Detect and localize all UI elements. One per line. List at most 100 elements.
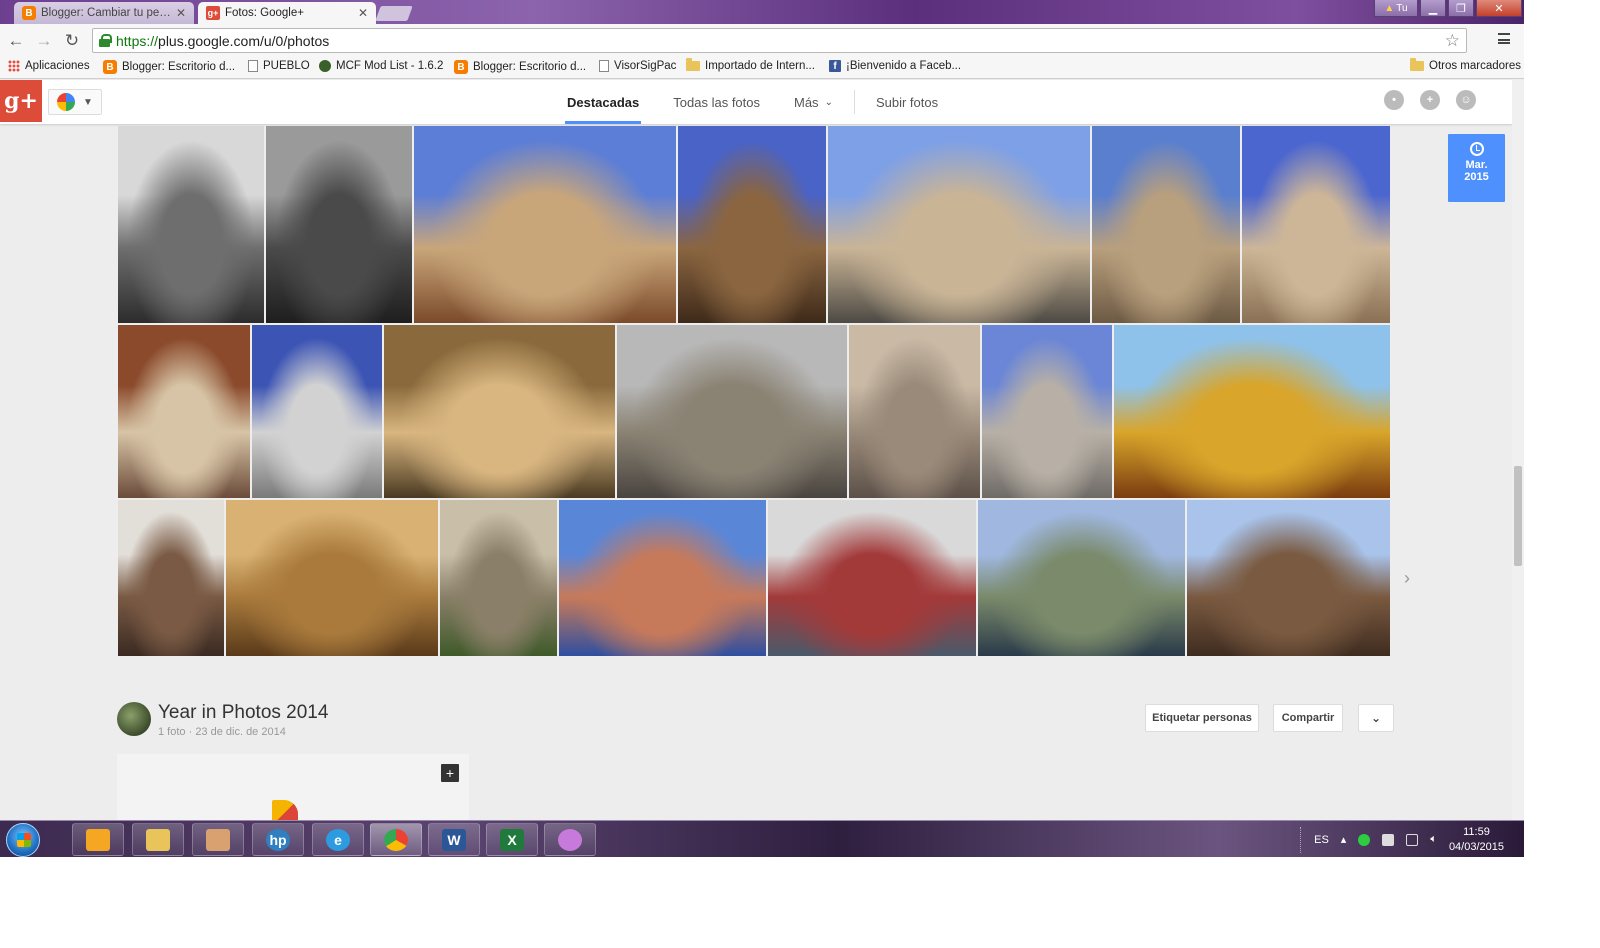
notifications-icon[interactable]: • [1384, 90, 1404, 110]
chrome-icon [384, 828, 408, 851]
volume-icon[interactable]: 🔈︎ [1430, 833, 1437, 846]
photo-thumbnail[interactable] [1187, 500, 1390, 656]
taskbar-app-file-explorer[interactable] [132, 823, 184, 856]
address-bar[interactable]: https://plus.google.com/u/0/photos ☆ [92, 28, 1467, 53]
clock-icon [1469, 142, 1484, 156]
bookmark-other-folder[interactable]: Otros marcadores [1410, 58, 1521, 72]
new-tab-button[interactable] [375, 6, 413, 21]
photo-thumbnail[interactable] [118, 325, 250, 498]
chevron-down-icon: ⌄ [1370, 711, 1382, 725]
photo-thumbnail[interactable] [982, 325, 1112, 498]
share-button[interactable]: Compartir [1273, 704, 1343, 732]
url-text[interactable]: https://plus.google.com/u/0/photos [116, 33, 329, 49]
bookmark-apps[interactable]: Aplicaciones [8, 60, 90, 72]
network-icon[interactable] [1406, 833, 1419, 846]
taskbar-app-hp[interactable]: hp [252, 823, 304, 856]
devices-icon[interactable] [1382, 833, 1395, 846]
page-icon [599, 60, 609, 72]
antivirus-icon[interactable] [1358, 833, 1371, 846]
tab-all-photos[interactable]: Todas las fotos [656, 80, 777, 124]
avatar[interactable] [117, 702, 151, 736]
album-title[interactable]: Year in Photos 2014 [158, 702, 328, 724]
google-plus-icon: g+ [206, 6, 220, 20]
tab-blogger[interactable]: B Blogger: Cambiar tu perfil ✕ [14, 2, 194, 24]
taskbar-app-media-player[interactable] [72, 823, 124, 856]
file-explorer-icon [146, 828, 170, 851]
bookmark-blogger-1[interactable]: B Blogger: Escritorio d... [103, 60, 235, 74]
bookmark-star-icon[interactable]: ☆ [1445, 31, 1460, 51]
blogger-icon: B [103, 60, 117, 74]
start-button[interactable] [6, 823, 40, 857]
album-header: Year in Photos 2014 1 foto · 23 de dic. … [117, 702, 1397, 742]
photo-thumbnail[interactable] [252, 325, 382, 498]
photo-thumbnail[interactable] [440, 500, 557, 656]
taskbar-app-paint[interactable] [544, 823, 596, 856]
scrollbar-thumb[interactable] [1514, 466, 1522, 566]
bookmark-imported-folder[interactable]: Importado de Intern... [686, 58, 815, 72]
upload-photos-link[interactable]: Subir fotos [859, 80, 955, 124]
header-actions: • + ☺ [1384, 90, 1476, 110]
folder-icon [1410, 58, 1424, 71]
reload-icon[interactable]: ↻ [58, 31, 86, 51]
bookmark-pueblo[interactable]: PUEBLO [248, 60, 310, 72]
taskbar-app-network[interactable] [192, 823, 244, 856]
tag-people-button[interactable]: Etiquetar personas [1145, 704, 1259, 732]
photo-thumbnail[interactable] [978, 500, 1185, 656]
photo-thumbnail[interactable] [384, 325, 615, 498]
photo-thumbnail[interactable] [118, 500, 224, 656]
system-clock[interactable]: 11:59 04/03/2015 [1449, 825, 1504, 855]
photo-thumbnail[interactable] [118, 126, 264, 323]
photo-thumbnail[interactable] [226, 500, 438, 656]
screen: B Blogger: Cambiar tu perfil ✕ g+ Fotos:… [0, 0, 1524, 857]
expand-icon[interactable]: + [441, 764, 459, 782]
profile-icon[interactable]: ☺ [1456, 90, 1476, 110]
photo-thumbnail[interactable] [617, 325, 847, 498]
photo-thumbnail[interactable] [266, 126, 412, 323]
bookmark-mcf[interactable]: MCF Mod List - 1.6.2 [319, 60, 443, 72]
photo-thumbnail[interactable] [678, 126, 826, 323]
photo-thumbnail[interactable] [1092, 126, 1240, 323]
photos-app-switcher[interactable]: ▼ [48, 89, 102, 115]
close-icon[interactable]: ✕ [176, 6, 186, 20]
restore-button[interactable]: ❐ [1448, 0, 1474, 17]
tab-google-photos[interactable]: g+ Fotos: Google+ ✕ [198, 2, 376, 24]
internet-explorer-icon: e [326, 828, 350, 851]
photos-nav: Destacadas Todas las fotos Más ⌄ Subir fo… [550, 80, 955, 124]
system-tray: ES ▴ 🔈︎ 11:59 04/03/2015 [1300, 821, 1504, 857]
close-window-button[interactable]: ✕ [1476, 0, 1522, 17]
bookmark-visorsigpac[interactable]: VisorSigPac [599, 60, 676, 72]
close-icon[interactable]: ✕ [358, 6, 368, 20]
clock-time: 11:59 [1463, 825, 1490, 838]
gplus-logo[interactable]: g+ [0, 80, 42, 122]
taskbar-app-chrome[interactable] [370, 823, 422, 856]
show-hidden-icons[interactable]: ▴ [1341, 833, 1347, 846]
scrollbar[interactable] [1512, 80, 1524, 820]
tab-more[interactable]: Más ⌄ [777, 80, 850, 124]
tab-highlights[interactable]: Destacadas [550, 80, 656, 124]
tab-strip: B Blogger: Cambiar tu perfil ✕ g+ Fotos:… [0, 0, 1524, 24]
language-indicator[interactable]: ES [1314, 834, 1329, 846]
photo-thumbnail[interactable] [414, 126, 676, 323]
chevron-right-icon[interactable]: › [1404, 568, 1410, 589]
bookmark-blogger-2[interactable]: B Blogger: Escritorio d... [454, 60, 586, 74]
photo-thumbnail[interactable] [828, 126, 1090, 323]
photo-thumbnail[interactable] [559, 500, 766, 656]
user-label: Tu [1396, 2, 1408, 14]
date-jump-badge[interactable]: Mar. 2015 [1448, 134, 1505, 202]
taskbar-app-internet-explorer[interactable]: e [312, 823, 364, 856]
chrome-menu-icon[interactable] [1498, 33, 1510, 44]
photo-thumbnail[interactable] [1242, 126, 1390, 323]
bookmark-facebook[interactable]: f ¡Bienvenido a Faceb... [829, 60, 961, 72]
user-profile-button[interactable]: ▲ Tu [1374, 0, 1418, 17]
back-icon[interactable]: ← [2, 31, 30, 51]
taskbar-app-word[interactable]: W [428, 823, 480, 856]
mcf-icon [319, 60, 331, 72]
photo-thumbnail[interactable] [1114, 325, 1390, 498]
photo-thumbnail[interactable] [849, 325, 980, 498]
album-more-button[interactable]: ⌄ [1358, 704, 1394, 732]
forward-icon[interactable]: → [30, 31, 58, 51]
taskbar-app-excel[interactable]: X [486, 823, 538, 856]
share-people-icon[interactable]: + [1420, 90, 1440, 110]
minimize-button[interactable]: ▁ [1420, 0, 1446, 17]
photo-thumbnail[interactable] [768, 500, 976, 656]
